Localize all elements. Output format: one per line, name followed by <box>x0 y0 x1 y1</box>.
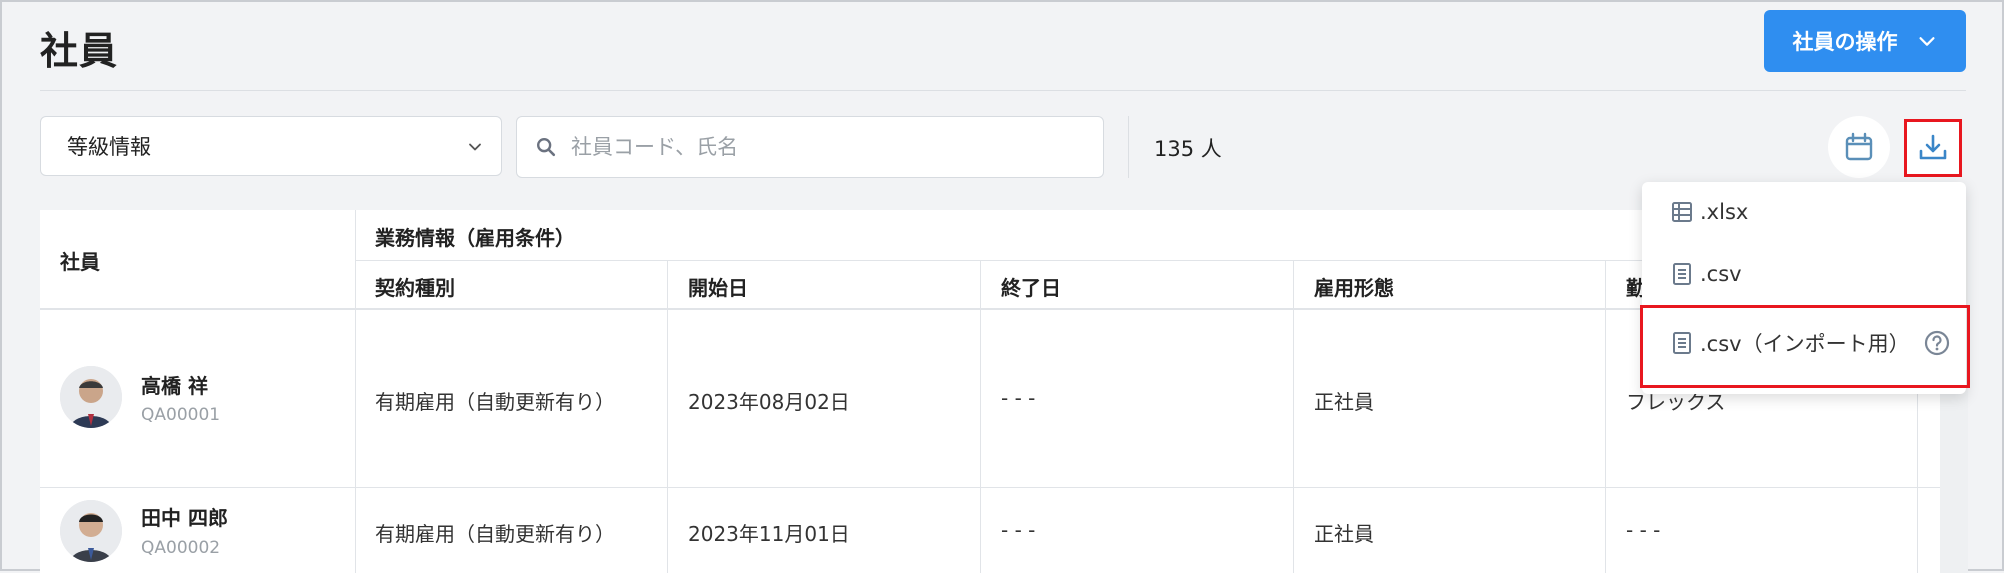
employee-actions-button[interactable]: 社員の操作 <box>1764 10 1966 72</box>
group-header: 業務情報（雇用条件） <box>375 226 575 250</box>
export-csv-label: .csv <box>1700 262 1742 286</box>
row-divider-line <box>40 487 1940 488</box>
column-divider <box>667 260 668 573</box>
end-date-cell: - - - <box>1001 386 1036 410</box>
search-input[interactable] <box>569 134 1093 160</box>
spreadsheet-icon <box>1672 202 1692 222</box>
employee-actions-label: 社員の操作 <box>1792 30 1898 54</box>
header-divider <box>40 90 1966 91</box>
avatar <box>60 366 122 428</box>
export-xlsx-item[interactable]: .xlsx <box>1670 200 1748 224</box>
employment-type-cell: 正社員 <box>1314 390 1374 414</box>
start-date-cell: 2023年11月01日 <box>688 522 850 546</box>
employee-search[interactable] <box>516 116 1104 178</box>
download-button[interactable] <box>1904 119 1962 177</box>
chevron-down-icon <box>469 143 481 151</box>
calendar-icon <box>1845 132 1873 161</box>
column-header-end-date: 終了日 <box>1001 276 1061 300</box>
search-icon <box>537 138 556 157</box>
page-title: 社員 <box>40 29 119 73</box>
column-divider <box>980 260 981 573</box>
employee-name[interactable]: 田中 四郎 <box>141 502 228 531</box>
column-divider <box>1605 260 1606 573</box>
highlight-box <box>1640 305 1970 388</box>
grade-select-value: 等級情報 <box>67 135 151 159</box>
export-csv-item[interactable]: .csv <box>1670 262 1742 286</box>
employee-code: QA00001 <box>141 405 221 425</box>
grade-info-select[interactable]: 等級情報 <box>40 116 502 176</box>
column-divider <box>1293 260 1294 573</box>
column-header-start-date: 開始日 <box>688 276 748 300</box>
export-xlsx-label: .xlsx <box>1700 200 1749 224</box>
employee-name[interactable]: 高橋 祥 <box>141 370 208 399</box>
contract-type-cell: 有期雇用（自動更新有り） <box>375 390 615 414</box>
avatar <box>60 500 122 562</box>
column-divider <box>355 210 356 573</box>
chevron-down-icon <box>1918 37 1935 46</box>
download-icon <box>1919 134 1947 160</box>
employee-column-header: 社員 <box>60 250 100 274</box>
employee-count: 135 人 <box>1154 137 1222 161</box>
work-style-cell: - - - <box>1626 518 1661 542</box>
employment-type-cell: 正社員 <box>1314 522 1374 546</box>
calendar-button[interactable] <box>1828 116 1890 178</box>
start-date-cell: 2023年08月02日 <box>688 390 850 414</box>
column-header-contract-type: 契約種別 <box>375 276 455 300</box>
contract-type-cell: 有期雇用（自動更新有り） <box>375 522 615 546</box>
end-date-cell: - - - <box>1001 518 1036 542</box>
toolbar-divider <box>1128 116 1129 178</box>
column-header-employment-type: 雇用形態 <box>1314 276 1394 300</box>
document-icon <box>1673 263 1691 285</box>
employee-code: QA00002 <box>141 538 221 558</box>
